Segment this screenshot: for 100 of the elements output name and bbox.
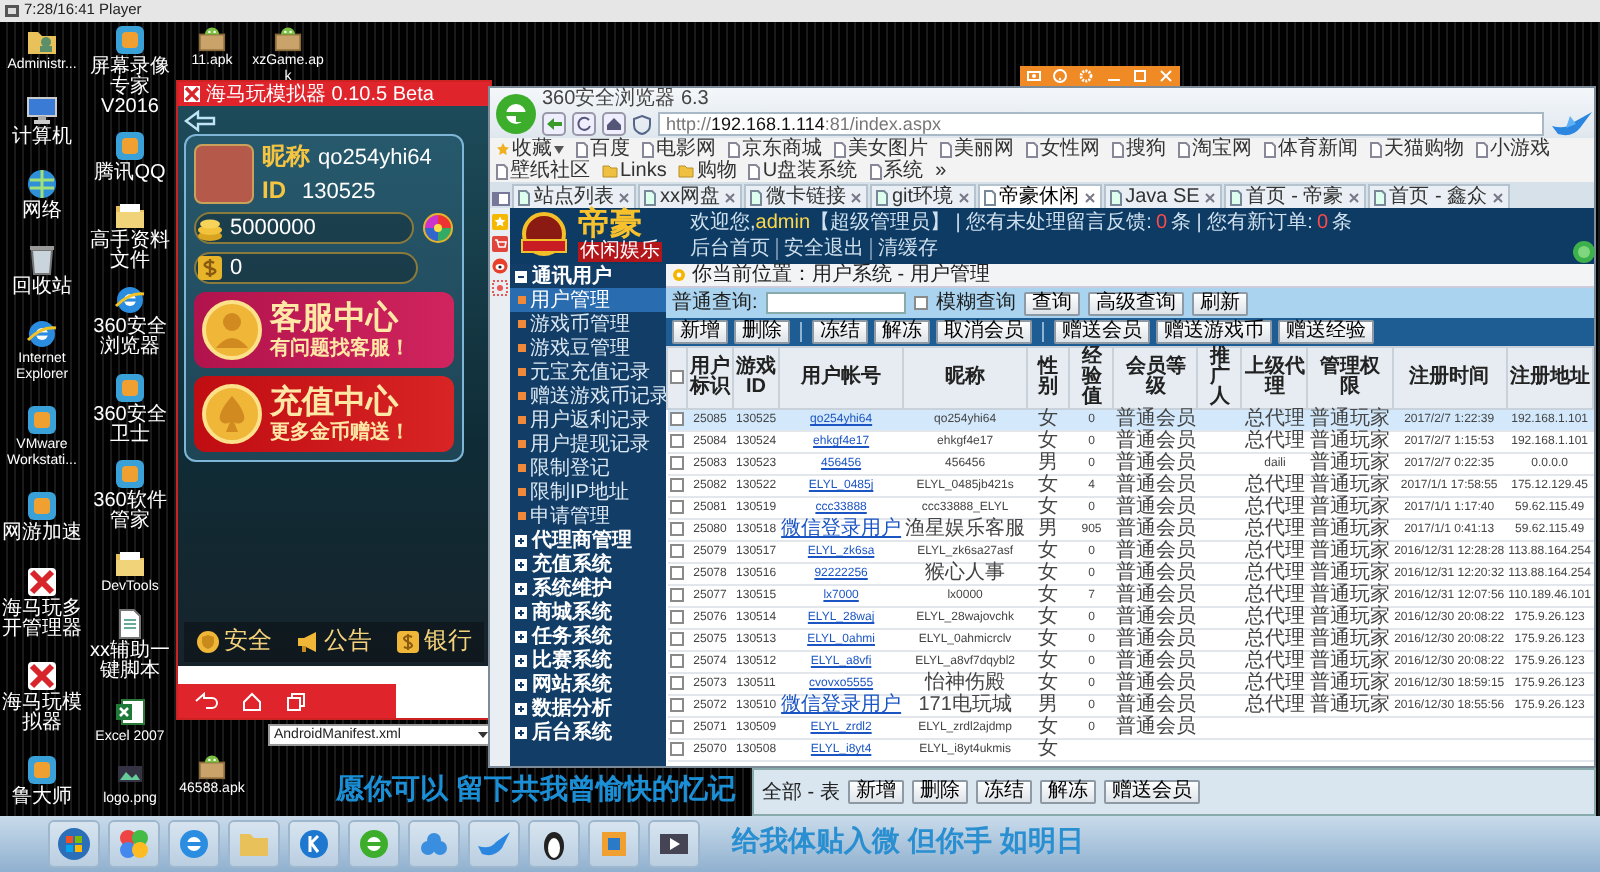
globe-icon[interactable] <box>26 168 58 201</box>
select-all-checkbox[interactable] <box>670 369 684 384</box>
package-icon[interactable] <box>198 752 226 780</box>
row-checkbox[interactable] <box>670 631 684 646</box>
menu-item[interactable]: 游戏豆管理 <box>510 336 666 360</box>
app-icon[interactable] <box>26 490 58 523</box>
document-icon[interactable] <box>114 608 146 641</box>
row-checkbox[interactable] <box>670 521 684 536</box>
bookmark-link[interactable]: 美女图片 <box>834 139 928 159</box>
menu-group[interactable]: 代理商管理 <box>510 528 666 552</box>
menu-item[interactable]: 游戏币管理 <box>510 312 666 336</box>
floating-ball-icon[interactable] <box>1572 240 1596 264</box>
bookmark-link[interactable]: 小游戏 <box>1476 139 1550 159</box>
menu-group[interactable]: 充值系统 <box>510 552 666 576</box>
game-menu-item[interactable]: 银行 <box>396 628 472 656</box>
row-checkbox[interactable] <box>670 741 684 756</box>
menu-group[interactable]: 数据分析 <box>510 696 666 720</box>
toolbar-button[interactable]: 取消会员 <box>936 320 1032 344</box>
close-icon[interactable] <box>850 191 862 203</box>
bookmark-link[interactable]: 体育新闻 <box>1264 139 1358 159</box>
browser-tab[interactable]: git环境 <box>870 184 976 208</box>
emulator-icon[interactable] <box>26 565 58 598</box>
row-checkbox[interactable] <box>670 499 684 514</box>
close-icon[interactable] <box>1203 191 1216 203</box>
browser-tab[interactable]: xx网盘 <box>638 184 742 208</box>
row-checkbox[interactable] <box>670 675 684 690</box>
address-field[interactable]: http://192.168.1.114:81/index.aspx <box>658 112 1544 136</box>
bookmark-link[interactable]: 天猫购物 <box>1370 139 1464 159</box>
toolbar-button[interactable]: 解冻 <box>1039 780 1096 804</box>
menu-item[interactable]: 限制登记 <box>510 456 666 480</box>
shield-icon[interactable] <box>632 113 652 135</box>
browser-tab[interactable]: Java SE <box>1103 184 1222 208</box>
menu-group[interactable]: 后台系统 <box>510 720 666 744</box>
app-icon[interactable] <box>114 130 146 163</box>
game-menu-item[interactable]: 安全 <box>196 628 272 656</box>
row-checkbox[interactable] <box>670 477 684 492</box>
header-link[interactable]: 清缓存 <box>870 238 944 260</box>
menu-item[interactable]: 用户返利记录 <box>510 408 666 432</box>
close-icon[interactable] <box>618 191 630 203</box>
home-icon[interactable] <box>602 112 626 136</box>
taskbar-button[interactable] <box>648 820 700 868</box>
toolbar-button[interactable]: 赠送游戏币 <box>1156 320 1272 344</box>
toolbar-button[interactable]: 冻结 <box>975 780 1032 804</box>
browser-logo-icon[interactable] <box>490 88 542 138</box>
toolbar-button[interactable]: 赠送会员 <box>1103 780 1200 804</box>
menu-group[interactable]: 系统维护 <box>510 576 666 600</box>
account-link[interactable]: 微信登录用户 <box>779 695 904 717</box>
close-icon[interactable] <box>1083 191 1096 203</box>
menu-group[interactable]: 任务系统 <box>510 624 666 648</box>
row-checkbox[interactable] <box>670 697 684 712</box>
search-button[interactable]: 刷新 <box>1191 291 1248 315</box>
prize-wheel-icon[interactable] <box>422 212 454 245</box>
row-checkbox[interactable] <box>670 587 684 602</box>
bird-icon[interactable] <box>1550 110 1594 138</box>
browser-icon[interactable] <box>114 284 146 317</box>
row-checkbox[interactable] <box>670 455 684 470</box>
row-checkbox[interactable] <box>670 411 684 426</box>
package-icon[interactable] <box>198 24 226 52</box>
bookmark-link[interactable]: U盘装系统 <box>748 161 858 181</box>
menu-item[interactable]: 申请管理 <box>510 504 666 528</box>
bookmark-link[interactable]: 淘宝网 <box>1178 139 1252 159</box>
monitor-icon[interactable] <box>26 94 58 127</box>
recent-apps-icon[interactable] <box>286 691 306 711</box>
more-bookmarks-button[interactable]: » <box>935 161 947 181</box>
star-icon[interactable] <box>492 214 508 230</box>
bookmark-link[interactable]: 购物 <box>678 161 737 181</box>
close-icon[interactable] <box>1347 191 1360 203</box>
row-checkbox[interactable] <box>670 565 684 580</box>
bookmark-link[interactable]: 系统 <box>869 161 924 181</box>
menu-item[interactable]: 赠送游戏币记录 <box>510 384 666 408</box>
header-link[interactable]: 后台首页 <box>690 238 776 260</box>
sidebar-toggle-icon[interactable] <box>492 190 510 208</box>
taskbar-button[interactable] <box>528 820 580 868</box>
bookmark-link[interactable]: 美丽网 <box>940 139 1014 159</box>
eye-icon[interactable] <box>492 258 508 274</box>
browser-tab[interactable]: 首页 - 帝豪 <box>1223 184 1366 208</box>
app-icon[interactable] <box>26 404 58 437</box>
trash-icon[interactable] <box>26 243 58 276</box>
browser-icon[interactable] <box>26 317 58 350</box>
toolbar-button[interactable]: 赠送会员 <box>1054 320 1150 344</box>
row-checkbox[interactable] <box>670 653 684 668</box>
row-checkbox[interactable] <box>670 433 684 448</box>
close-icon[interactable] <box>724 191 736 203</box>
spreadsheet-icon[interactable] <box>114 695 146 727</box>
toolbar-button[interactable]: 新增 <box>672 320 728 344</box>
menu-group[interactable]: 通讯用户 <box>510 264 666 288</box>
app-icon[interactable] <box>114 24 146 56</box>
toolbar-button[interactable]: 删除 <box>734 320 790 344</box>
toolbar-button[interactable]: 删除 <box>911 780 968 804</box>
fuzzy-search-checkbox[interactable] <box>913 296 928 310</box>
menu-group[interactable]: 商城系统 <box>510 600 666 624</box>
bookmark-link[interactable]: 百度 <box>576 139 630 159</box>
toolbar-button[interactable]: 赠送经验 <box>1278 320 1374 344</box>
bookmark-link[interactable]: 壁纸社区 <box>496 161 590 181</box>
search-button[interactable]: 查询 <box>1023 291 1080 315</box>
bookmark-link[interactable]: Links <box>602 161 667 181</box>
bookmark-link[interactable]: 京东商城 <box>728 139 822 159</box>
browser-tab[interactable]: 首页 - 鑫众 <box>1367 184 1510 208</box>
browser-tab[interactable]: 帝豪休闲 <box>977 184 1102 208</box>
recharge-banner[interactable]: 充值中心 更多金币赠送！ <box>194 376 454 453</box>
